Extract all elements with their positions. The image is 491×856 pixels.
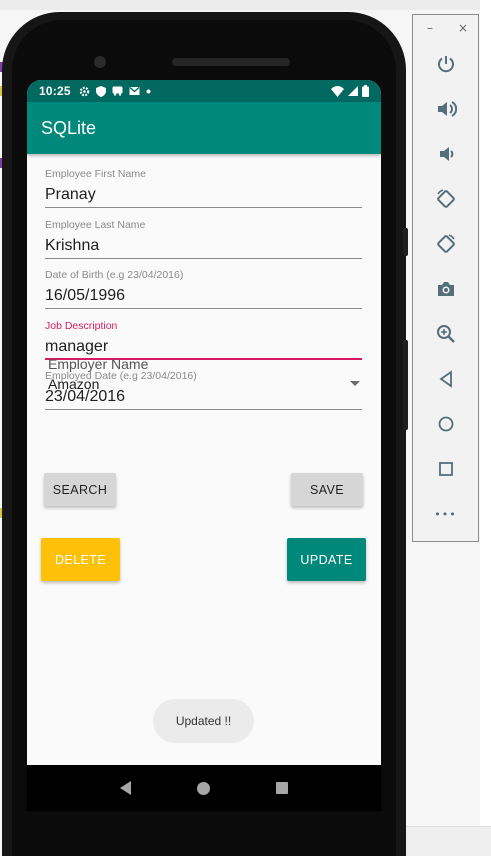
- volume-down-button[interactable]: [413, 137, 478, 171]
- bus-icon: [112, 86, 123, 96]
- back-icon: [438, 370, 452, 388]
- first-name-field[interactable]: Employee First Name Pranay: [45, 168, 362, 208]
- employer-spinner[interactable]: Amazon: [48, 376, 360, 396]
- rotate-left-icon: [436, 189, 455, 208]
- app-bar: SQLite: [27, 102, 381, 154]
- overview-icon: [438, 462, 453, 476]
- employer-name-label: Employer Name: [48, 356, 149, 372]
- nav-back-icon[interactable]: [120, 781, 131, 795]
- desktop: 10:25 SQLite Employee First Name Pranay: [0, 0, 491, 856]
- notification-dot-icon: [146, 89, 151, 93]
- status-bar: 10:25: [27, 80, 381, 102]
- dob-hint: Date of Birth (e.g 23/04/2016): [45, 269, 184, 281]
- back-button[interactable]: [413, 362, 478, 396]
- volume-up-button[interactable]: [413, 92, 478, 126]
- rotate-right-icon: [436, 234, 455, 253]
- home-icon: [438, 416, 453, 432]
- dob-field[interactable]: Date of Birth (e.g 23/04/2016) 16/05/199…: [45, 269, 362, 309]
- phone-power-button[interactable]: [403, 228, 408, 256]
- update-button[interactable]: UPDATE: [287, 538, 366, 581]
- employer-selected-value: Amazon: [48, 376, 100, 392]
- screenshot-button[interactable]: [413, 272, 478, 306]
- last-name-field[interactable]: Employee Last Name Krishna: [45, 219, 362, 259]
- dropdown-arrow-icon: [350, 381, 360, 386]
- front-camera: [94, 56, 106, 68]
- last-name-input[interactable]: Krishna: [45, 237, 362, 259]
- volume-down-icon: [439, 147, 453, 161]
- rotate-right-button[interactable]: [413, 227, 478, 261]
- search-button[interactable]: SEARCH: [44, 473, 116, 506]
- wifi-icon: [331, 85, 344, 97]
- rotate-left-button[interactable]: [413, 182, 478, 216]
- zoom-button[interactable]: [413, 317, 478, 351]
- ide-toolbar-fragment: [0, 0, 491, 10]
- more-button[interactable]: •••: [413, 497, 478, 531]
- power-button[interactable]: [413, 47, 478, 81]
- minimize-button[interactable]: –: [427, 21, 433, 35]
- job-description-hint: Job Description: [45, 320, 118, 332]
- power-icon: [437, 56, 454, 73]
- close-button[interactable]: ×: [458, 21, 468, 35]
- first-name-hint: Employee First Name: [45, 168, 146, 180]
- nav-recents-icon[interactable]: [276, 782, 288, 794]
- gmail-icon: [129, 86, 140, 95]
- signal-icon: [348, 86, 358, 96]
- app-title: SQLite: [41, 117, 97, 138]
- job-description-field[interactable]: Job Description manager: [45, 320, 362, 360]
- delete-button[interactable]: DELETE: [41, 538, 120, 581]
- phone-screen: 10:25 SQLite Employee First Name Pranay: [27, 80, 381, 802]
- status-time: 10:25: [39, 84, 71, 98]
- settings-icon: [79, 86, 89, 96]
- overview-button[interactable]: [413, 452, 478, 486]
- last-name-hint: Employee Last Name: [45, 219, 146, 231]
- battery-icon: [362, 85, 369, 97]
- home-button[interactable]: [413, 407, 478, 441]
- android-nav-bar: [27, 765, 381, 811]
- ide-editor-fragment: [480, 0, 491, 856]
- toast-message: Updated !!: [153, 699, 254, 743]
- dob-input[interactable]: 16/05/1996: [45, 287, 362, 309]
- save-button[interactable]: SAVE: [291, 473, 363, 506]
- volume-up-icon: [437, 101, 457, 117]
- ide-status-fragment: [400, 826, 491, 856]
- shield-icon: [95, 85, 106, 97]
- zoom-icon: [436, 325, 455, 343]
- camera-icon: [437, 282, 454, 296]
- phone-volume-button[interactable]: [403, 340, 408, 430]
- panel-title-bar: – ×: [413, 15, 478, 41]
- first-name-input[interactable]: Pranay: [45, 186, 362, 208]
- nav-home-icon[interactable]: [197, 781, 210, 795]
- more-icon: •••: [434, 507, 457, 521]
- earpiece-speaker: [172, 58, 290, 66]
- emulator-control-panel: – × •••: [412, 14, 479, 542]
